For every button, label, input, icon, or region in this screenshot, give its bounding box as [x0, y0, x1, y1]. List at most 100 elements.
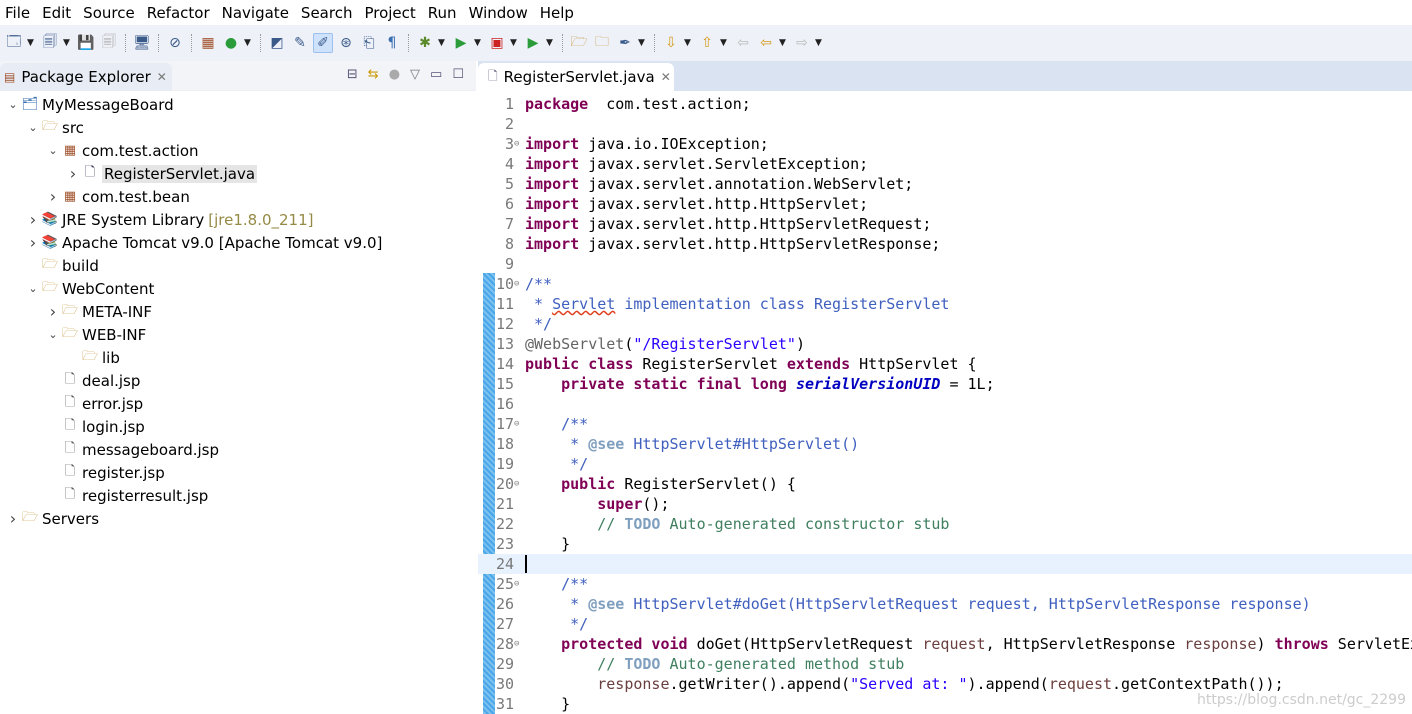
- menu-file[interactable]: File: [0, 4, 37, 22]
- prev-edit-icon[interactable]: ⎗: [359, 33, 379, 53]
- dropdown-arrow-icon[interactable]: ▼: [684, 38, 694, 48]
- save-all-icon[interactable]: 🗐: [99, 33, 119, 53]
- dropdown-arrow-icon[interactable]: ▼: [474, 38, 484, 48]
- menu-search[interactable]: Search: [296, 4, 360, 22]
- skip-breakpoints-icon[interactable]: ⊘: [165, 33, 185, 53]
- console-icon[interactable]: 🖥: [132, 33, 152, 53]
- next-icon[interactable]: ⇩: [661, 33, 681, 53]
- tree-item[interactable]: ⌄ ▦ com.test.action: [0, 139, 382, 162]
- forward-icon[interactable]: ⇨: [792, 33, 812, 53]
- next-annotation-icon[interactable]: ⊛: [336, 33, 356, 53]
- code-token: response: [1184, 635, 1257, 653]
- tree-item-label: Servers: [42, 509, 100, 528]
- chevron-down-icon[interactable]: ⌄: [26, 282, 40, 295]
- chevron-down-icon[interactable]: ⌄: [26, 121, 40, 134]
- chevron-right-icon[interactable]: ›: [6, 509, 20, 528]
- menu-run[interactable]: Run: [423, 4, 464, 22]
- chevron-right-icon[interactable]: ›: [66, 164, 80, 183]
- menu-source[interactable]: Source: [78, 4, 142, 22]
- view-menu-icon[interactable]: ▽: [410, 67, 420, 82]
- open-file-icon[interactable]: 🗀: [592, 33, 612, 53]
- chevron-right-icon[interactable]: ›: [26, 233, 40, 252]
- tree-item[interactable]: 🗋 login.jsp: [0, 415, 382, 438]
- tree-item[interactable]: 🗁 build: [0, 254, 382, 277]
- dropdown-arrow-icon[interactable]: ▼: [720, 38, 730, 48]
- chevron-down-icon[interactable]: ⌄: [46, 328, 60, 341]
- menu-refactor[interactable]: Refactor: [142, 4, 217, 22]
- menu-window[interactable]: Window: [464, 4, 535, 22]
- dropdown-arrow-icon[interactable]: ▼: [438, 38, 448, 48]
- coverage-icon[interactable]: ▣: [487, 33, 507, 53]
- tab-registerservlet-java[interactable]: 🗋 RegisterServlet.java ✕: [478, 63, 674, 91]
- filters-icon[interactable]: ●: [389, 67, 400, 82]
- run-icon[interactable]: ▶: [451, 33, 471, 53]
- tree-item[interactable]: 🗋 registerresult.jsp: [0, 484, 382, 507]
- dropdown-arrow-icon[interactable]: ▼: [27, 38, 37, 48]
- fold-toggle-icon[interactable]: ⊖: [514, 474, 519, 494]
- toggle-block-selection-icon[interactable]: ✐: [313, 33, 333, 53]
- fold-toggle-icon[interactable]: ⊖: [514, 574, 519, 594]
- chevron-down-icon[interactable]: ⌄: [6, 98, 20, 111]
- tree-item[interactable]: 🗋 deal.jsp: [0, 369, 382, 392]
- dropdown-arrow-icon[interactable]: ▼: [63, 38, 73, 48]
- tree-item[interactable]: › 🗁 Servers: [0, 507, 382, 530]
- menu-project[interactable]: Project: [359, 4, 422, 22]
- tree-item[interactable]: ⌄ 🗁 WEB-INF: [0, 323, 382, 346]
- tab-package-explorer[interactable]: ▤ Package Explorer ✕: [0, 63, 172, 91]
- debug-icon[interactable]: ✱: [415, 33, 435, 53]
- tree-item[interactable]: 🗋 messageboard.jsp: [0, 438, 382, 461]
- show-whitespace-icon[interactable]: ¶: [382, 33, 402, 53]
- code-token: TODO: [624, 515, 661, 533]
- new-package-icon[interactable]: ▦: [198, 33, 218, 53]
- tree-item[interactable]: 🗋 error.jsp: [0, 392, 382, 415]
- save-icon[interactable]: 💾: [76, 33, 96, 53]
- back-icon[interactable]: ⇦: [756, 33, 776, 53]
- dropdown-arrow-icon[interactable]: ▼: [779, 38, 789, 48]
- dropdown-arrow-icon[interactable]: ▼: [815, 38, 825, 48]
- tree-item[interactable]: ⌄ 🗂 MyMessageBoard: [0, 93, 382, 116]
- pen-icon[interactable]: ✒: [615, 33, 635, 53]
- tree-item[interactable]: ⌄ 🗁 src: [0, 116, 382, 139]
- toggle-mark-occurrences-icon[interactable]: ✎: [290, 33, 310, 53]
- close-icon[interactable]: ✕: [661, 70, 671, 84]
- chevron-right-icon[interactable]: ›: [46, 187, 60, 206]
- open-type-icon[interactable]: ◩: [267, 33, 287, 53]
- minimize-icon[interactable]: ▭: [430, 67, 442, 82]
- dropdown-arrow-icon[interactable]: ▼: [510, 38, 520, 48]
- dropdown-arrow-icon[interactable]: ▼: [638, 38, 648, 48]
- chevron-down-icon[interactable]: ⌄: [46, 144, 60, 157]
- chevron-right-icon[interactable]: ›: [26, 210, 40, 229]
- fold-toggle-icon[interactable]: ⊖: [514, 414, 519, 434]
- fold-toggle-icon[interactable]: ⊖: [514, 274, 519, 294]
- tree-item[interactable]: 🗋 register.jsp: [0, 461, 382, 484]
- close-icon[interactable]: ✕: [157, 70, 167, 84]
- tree-item[interactable]: › 📚 Apache Tomcat v9.0 [Apache Tomcat v9.0…: [0, 231, 383, 254]
- menu-help[interactable]: Help: [535, 4, 581, 22]
- tree-item[interactable]: ⌄ 🗁 WebContent: [0, 277, 382, 300]
- menu-edit[interactable]: Edit: [37, 4, 78, 22]
- tree-item[interactable]: 🗁 lib: [0, 346, 382, 369]
- tree-item[interactable]: › 🗁 META-INF: [0, 300, 382, 323]
- tree-item-label: RegisterServlet.java: [102, 164, 258, 183]
- prev-icon[interactable]: ⇧: [697, 33, 717, 53]
- collapse-all-icon[interactable]: ⊟: [347, 67, 358, 82]
- maximize-icon[interactable]: ☐: [452, 67, 464, 82]
- link-with-editor-icon[interactable]: ⇆: [368, 67, 379, 82]
- new-project-icon[interactable]: 🗐: [40, 33, 60, 53]
- menu-navigate[interactable]: Navigate: [217, 4, 296, 22]
- new-wizard-icon[interactable]: 🗔: [4, 33, 24, 53]
- chevron-right-icon[interactable]: ›: [46, 302, 60, 321]
- new-class-icon[interactable]: ●: [221, 33, 241, 53]
- tree-item[interactable]: › 🗋 RegisterServlet.java: [0, 162, 382, 185]
- tree-item[interactable]: › ▦ com.test.bean: [0, 185, 382, 208]
- external-tools-icon[interactable]: ▶: [523, 33, 543, 53]
- code-editor[interactable]: 1 package com.test.action; 2 3 ⊖ import java.…: [478, 91, 1412, 714]
- fold-toggle-icon[interactable]: ⊖: [514, 634, 519, 654]
- dropdown-arrow-icon[interactable]: ▼: [244, 38, 254, 48]
- dropdown-arrow-icon[interactable]: ▼: [546, 38, 556, 48]
- line-number: 17: [495, 415, 514, 433]
- fold-toggle-icon[interactable]: ⊖: [514, 134, 519, 154]
- tree-item[interactable]: › 📚 JRE System Library [jre1.8.0_211]: [0, 208, 382, 231]
- last-edit-icon[interactable]: ⇦: [733, 33, 753, 53]
- open-folder-icon[interactable]: 🗁: [569, 33, 589, 53]
